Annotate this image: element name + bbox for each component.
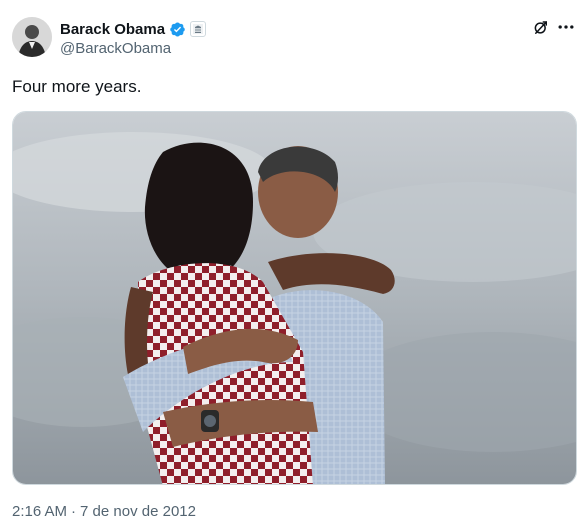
tweet-photo[interactable] (12, 111, 577, 485)
meta-separator: · (71, 503, 77, 520)
author-handle[interactable]: @BarackObama (60, 40, 171, 57)
grok-icon[interactable] (532, 19, 550, 37)
tweet-text: Four more years. (12, 77, 142, 96)
more-options-icon[interactable] (556, 17, 576, 37)
photo-image (13, 112, 576, 484)
tweet-date: 7 de nov de 2012 (80, 503, 196, 520)
verified-badge-icon[interactable] (169, 21, 186, 38)
seal-graphic (193, 24, 204, 34)
government-seal-icon[interactable] (190, 21, 207, 37)
author-display-name[interactable]: Barack Obama (60, 21, 165, 38)
author-name-row: Barack Obama (60, 19, 207, 39)
tweet-timestamp[interactable]: 2:16 AM · 7 de nov de 2012 (12, 503, 196, 520)
tweet-time: 2:16 AM (12, 503, 68, 520)
avatar[interactable] (12, 17, 52, 57)
avatar-image (12, 17, 52, 57)
